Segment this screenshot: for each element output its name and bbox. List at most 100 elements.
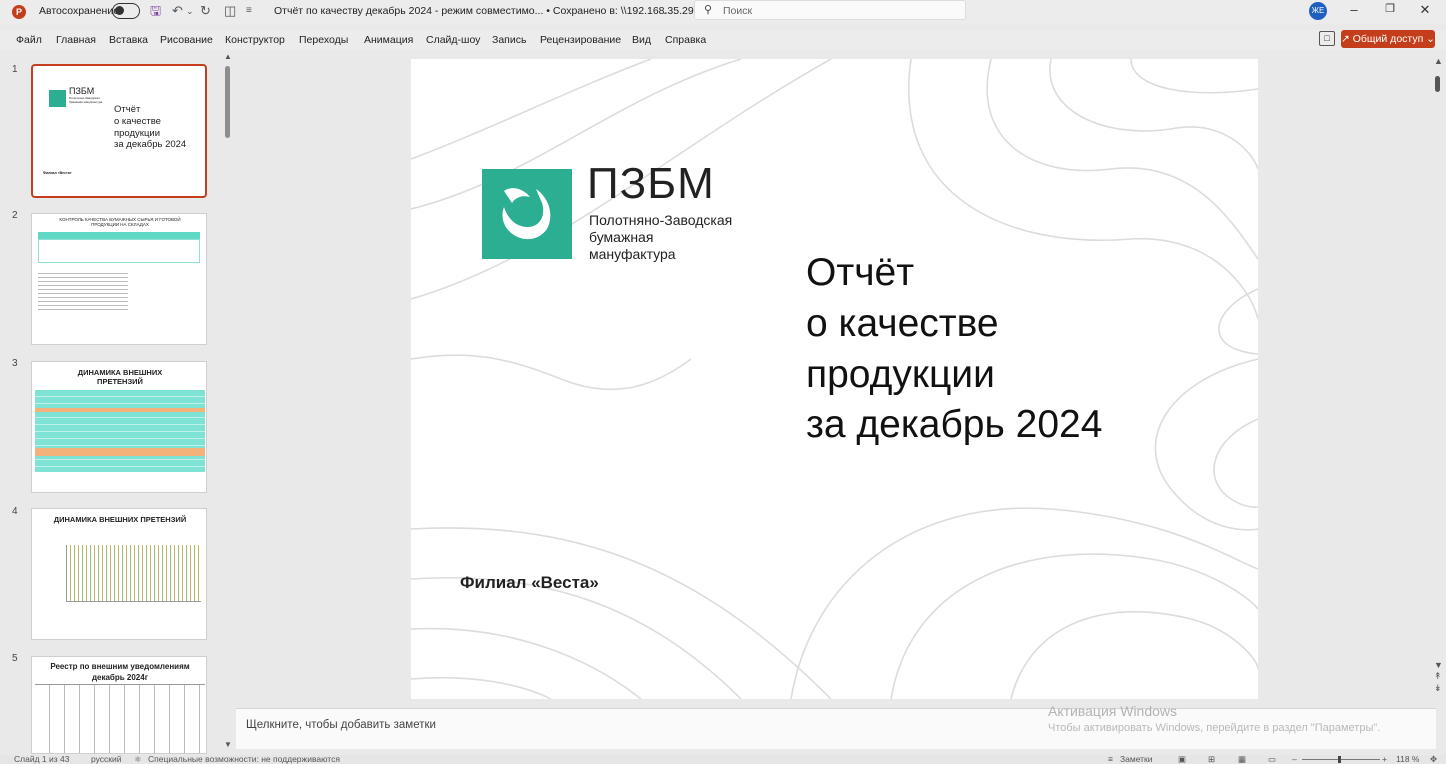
tab-file[interactable]: Файл bbox=[16, 34, 42, 46]
tab-help[interactable]: Справка bbox=[665, 34, 706, 46]
thumb-title-line: за декабрь 2024 bbox=[114, 139, 187, 150]
tab-transitions[interactable]: Переходы bbox=[299, 34, 348, 46]
save-icon[interactable]: 🖫 bbox=[150, 3, 161, 19]
branch-label[interactable]: Филиал «Веста» bbox=[460, 573, 599, 593]
zoom-out-icon[interactable]: – bbox=[1292, 755, 1297, 764]
search-icon: ⚲ bbox=[704, 4, 713, 16]
logo-mark bbox=[49, 90, 66, 107]
scroll-down-icon[interactable]: ▼ bbox=[224, 740, 232, 749]
thumb-logo: ПЗБМ bbox=[69, 86, 95, 96]
redo-icon[interactable]: ↻ bbox=[200, 3, 211, 19]
thumb-number: 2 bbox=[12, 210, 18, 221]
title-bar: P Автосохранение 🖫 ↶ ⌄ ↻ ◫ ≡ Отчёт по ка… bbox=[0, 0, 1446, 24]
close-icon[interactable]: ✕ bbox=[1415, 2, 1435, 18]
customize-toolbar-icon[interactable]: ≡ bbox=[246, 3, 252, 19]
tab-slideshow[interactable]: Слайд-шоу bbox=[426, 34, 480, 46]
chevron-down-icon[interactable]: ⌄ bbox=[661, 3, 669, 19]
zoom-slider[interactable] bbox=[1302, 759, 1380, 760]
share-button[interactable]: ↗ Общий доступ ⌄ bbox=[1341, 30, 1435, 48]
notes-toggle[interactable]: Заметки bbox=[1120, 755, 1153, 764]
tab-review[interactable]: Рецензирование bbox=[540, 34, 621, 46]
search-box[interactable]: ⚲ Поиск bbox=[694, 0, 966, 20]
thumb-number: 1 bbox=[12, 64, 18, 75]
thumb-table bbox=[35, 390, 205, 472]
thumbnail-slide-3[interactable]: ДИНАМИКА ВНЕШНИХ ПРЕТЕНЗИЙ bbox=[31, 361, 207, 493]
tab-view[interactable]: Вид bbox=[632, 34, 651, 46]
thumb-title-line: о качестве bbox=[114, 116, 161, 127]
slide-title-line[interactable]: о качестве bbox=[806, 302, 999, 346]
activation-watermark-text: Чтобы активировать Windows, перейдите в … bbox=[1048, 722, 1381, 734]
logo-subtitle-line: мануфактура bbox=[589, 246, 676, 262]
notes-placeholder[interactable]: Щелкните, чтобы добавить заметки bbox=[246, 719, 436, 731]
slide-title-line[interactable]: за декабрь 2024 bbox=[806, 403, 1102, 447]
autosave-toggle[interactable] bbox=[112, 3, 140, 19]
logo-emblem-icon bbox=[502, 188, 551, 240]
scrollbar-thumb[interactable] bbox=[1435, 76, 1440, 92]
accessibility-status[interactable]: Специальные возможности: не поддерживают… bbox=[148, 755, 340, 764]
tab-design[interactable]: Конструктор bbox=[225, 34, 285, 46]
zoom-in-icon[interactable]: + bbox=[1382, 755, 1387, 764]
tab-record[interactable]: Запись bbox=[492, 34, 526, 46]
share-label: Общий доступ bbox=[1352, 33, 1424, 45]
thumb-title-line: продукции bbox=[114, 128, 161, 139]
next-slide-icon[interactable]: ↡ bbox=[1434, 683, 1442, 694]
tab-draw[interactable]: Рисование bbox=[160, 34, 213, 46]
thumb-number: 3 bbox=[12, 358, 18, 369]
undo-dropdown-icon[interactable]: ⌄ bbox=[186, 3, 194, 19]
thumb-number: 4 bbox=[12, 506, 18, 517]
thumb-logo-sub: Полотняно-Заводская бумажная мануфактура bbox=[69, 96, 103, 104]
scroll-up-icon[interactable]: ▲ bbox=[1434, 56, 1443, 66]
slide-sorter-icon[interactable]: ⊞ bbox=[1208, 755, 1215, 764]
thumb-table-highlight-row bbox=[35, 448, 205, 456]
notes-toggle-icon[interactable]: ≡ bbox=[1108, 755, 1113, 764]
thumb-footer: Филиал «Веста» bbox=[43, 171, 72, 175]
thumb-title: ДИНАМИКА ВНЕШНИХ ПРЕТЕНЗИЙ bbox=[77, 368, 163, 386]
search-input[interactable]: Поиск bbox=[723, 5, 752, 17]
scrollbar-thumb[interactable] bbox=[225, 66, 230, 138]
fit-to-window-icon[interactable]: ✥ bbox=[1430, 755, 1437, 764]
thumb-chart bbox=[66, 545, 201, 602]
language-indicator[interactable]: русский bbox=[91, 755, 122, 764]
tab-animations[interactable]: Анимация bbox=[364, 34, 413, 46]
scroll-up-icon[interactable]: ▲ bbox=[224, 52, 232, 61]
logo-subtitle-line: бумажная bbox=[589, 229, 654, 245]
scroll-down-icon[interactable]: ▼ bbox=[1434, 660, 1443, 670]
slide-title-line[interactable]: продукции bbox=[806, 353, 995, 397]
document-title[interactable]: Отчёт по качеству декабрь 2024 - режим с… bbox=[274, 5, 712, 17]
activation-watermark-title: Активация Windows bbox=[1048, 703, 1178, 719]
present-icon[interactable]: ◫ bbox=[224, 3, 236, 19]
undo-icon[interactable]: ↶ bbox=[172, 3, 183, 19]
thumbnail-slide-5[interactable]: Реестр по внешним уведомлениям декабрь 2… bbox=[31, 656, 207, 754]
thumb-title-line: Отчёт bbox=[114, 104, 141, 115]
thumb-table bbox=[38, 239, 200, 263]
thumbnail-slide-2[interactable]: КОНТРОЛЬ КАЧЕСТВА БУМАЖНЫХ СЫРЬЯ И ГОТОВ… bbox=[31, 213, 207, 345]
minimize-icon[interactable]: – bbox=[1344, 2, 1364, 17]
comments-icon[interactable]: □ bbox=[1319, 31, 1335, 46]
zoom-level[interactable]: 118 % bbox=[1396, 755, 1419, 764]
logo-subtitle-line: Полотняно-Заводская bbox=[589, 212, 733, 228]
normal-view-icon[interactable]: ▣ bbox=[1178, 755, 1186, 764]
thumbnail-slide-4[interactable]: ДИНАМИКА ВНЕШНИХ ПРЕТЕНЗИЙ bbox=[31, 508, 207, 640]
tab-insert[interactable]: Вставка bbox=[109, 34, 148, 46]
accessibility-icon[interactable]: ⚛ bbox=[134, 755, 142, 764]
restore-icon[interactable]: ❐ bbox=[1380, 2, 1400, 15]
thumb-title: ДИНАМИКА ВНЕШНИХ ПРЕТЕНЗИЙ bbox=[53, 515, 187, 524]
thumb-table-header bbox=[38, 232, 200, 239]
slide-canvas[interactable]: ПЗБМ Полотняно-Заводская бумажная мануфа… bbox=[411, 59, 1258, 699]
previous-slide-icon[interactable]: ↟ bbox=[1434, 671, 1442, 682]
slide-title-line[interactable]: Отчёт bbox=[806, 251, 914, 295]
status-bar: Слайд 1 из 43 русский ⚛ Специальные возм… bbox=[0, 755, 1446, 764]
tab-home[interactable]: Главная bbox=[56, 34, 96, 46]
avatar[interactable]: ЖЕ bbox=[1309, 2, 1327, 20]
thumb-table bbox=[35, 684, 205, 753]
slide-scrollbar[interactable]: ▲ ▼ ↟ ↡ bbox=[1432, 56, 1444, 696]
company-logo bbox=[482, 169, 572, 259]
thumb-table-highlight-row bbox=[35, 408, 205, 412]
slideshow-view-icon[interactable]: ▭ bbox=[1268, 755, 1276, 764]
zoom-slider-handle[interactable] bbox=[1338, 756, 1341, 763]
ribbon-tabs: Файл Главная Вставка Рисование Конструкт… bbox=[0, 30, 1446, 50]
thumbnails-scrollbar[interactable]: ▲ ▼ bbox=[224, 52, 232, 754]
powerpoint-icon: P bbox=[12, 5, 26, 19]
thumbnail-slide-1[interactable]: ПЗБМ Полотняно-Заводская бумажная мануфа… bbox=[31, 64, 207, 198]
reading-view-icon[interactable]: ▦ bbox=[1238, 755, 1246, 764]
